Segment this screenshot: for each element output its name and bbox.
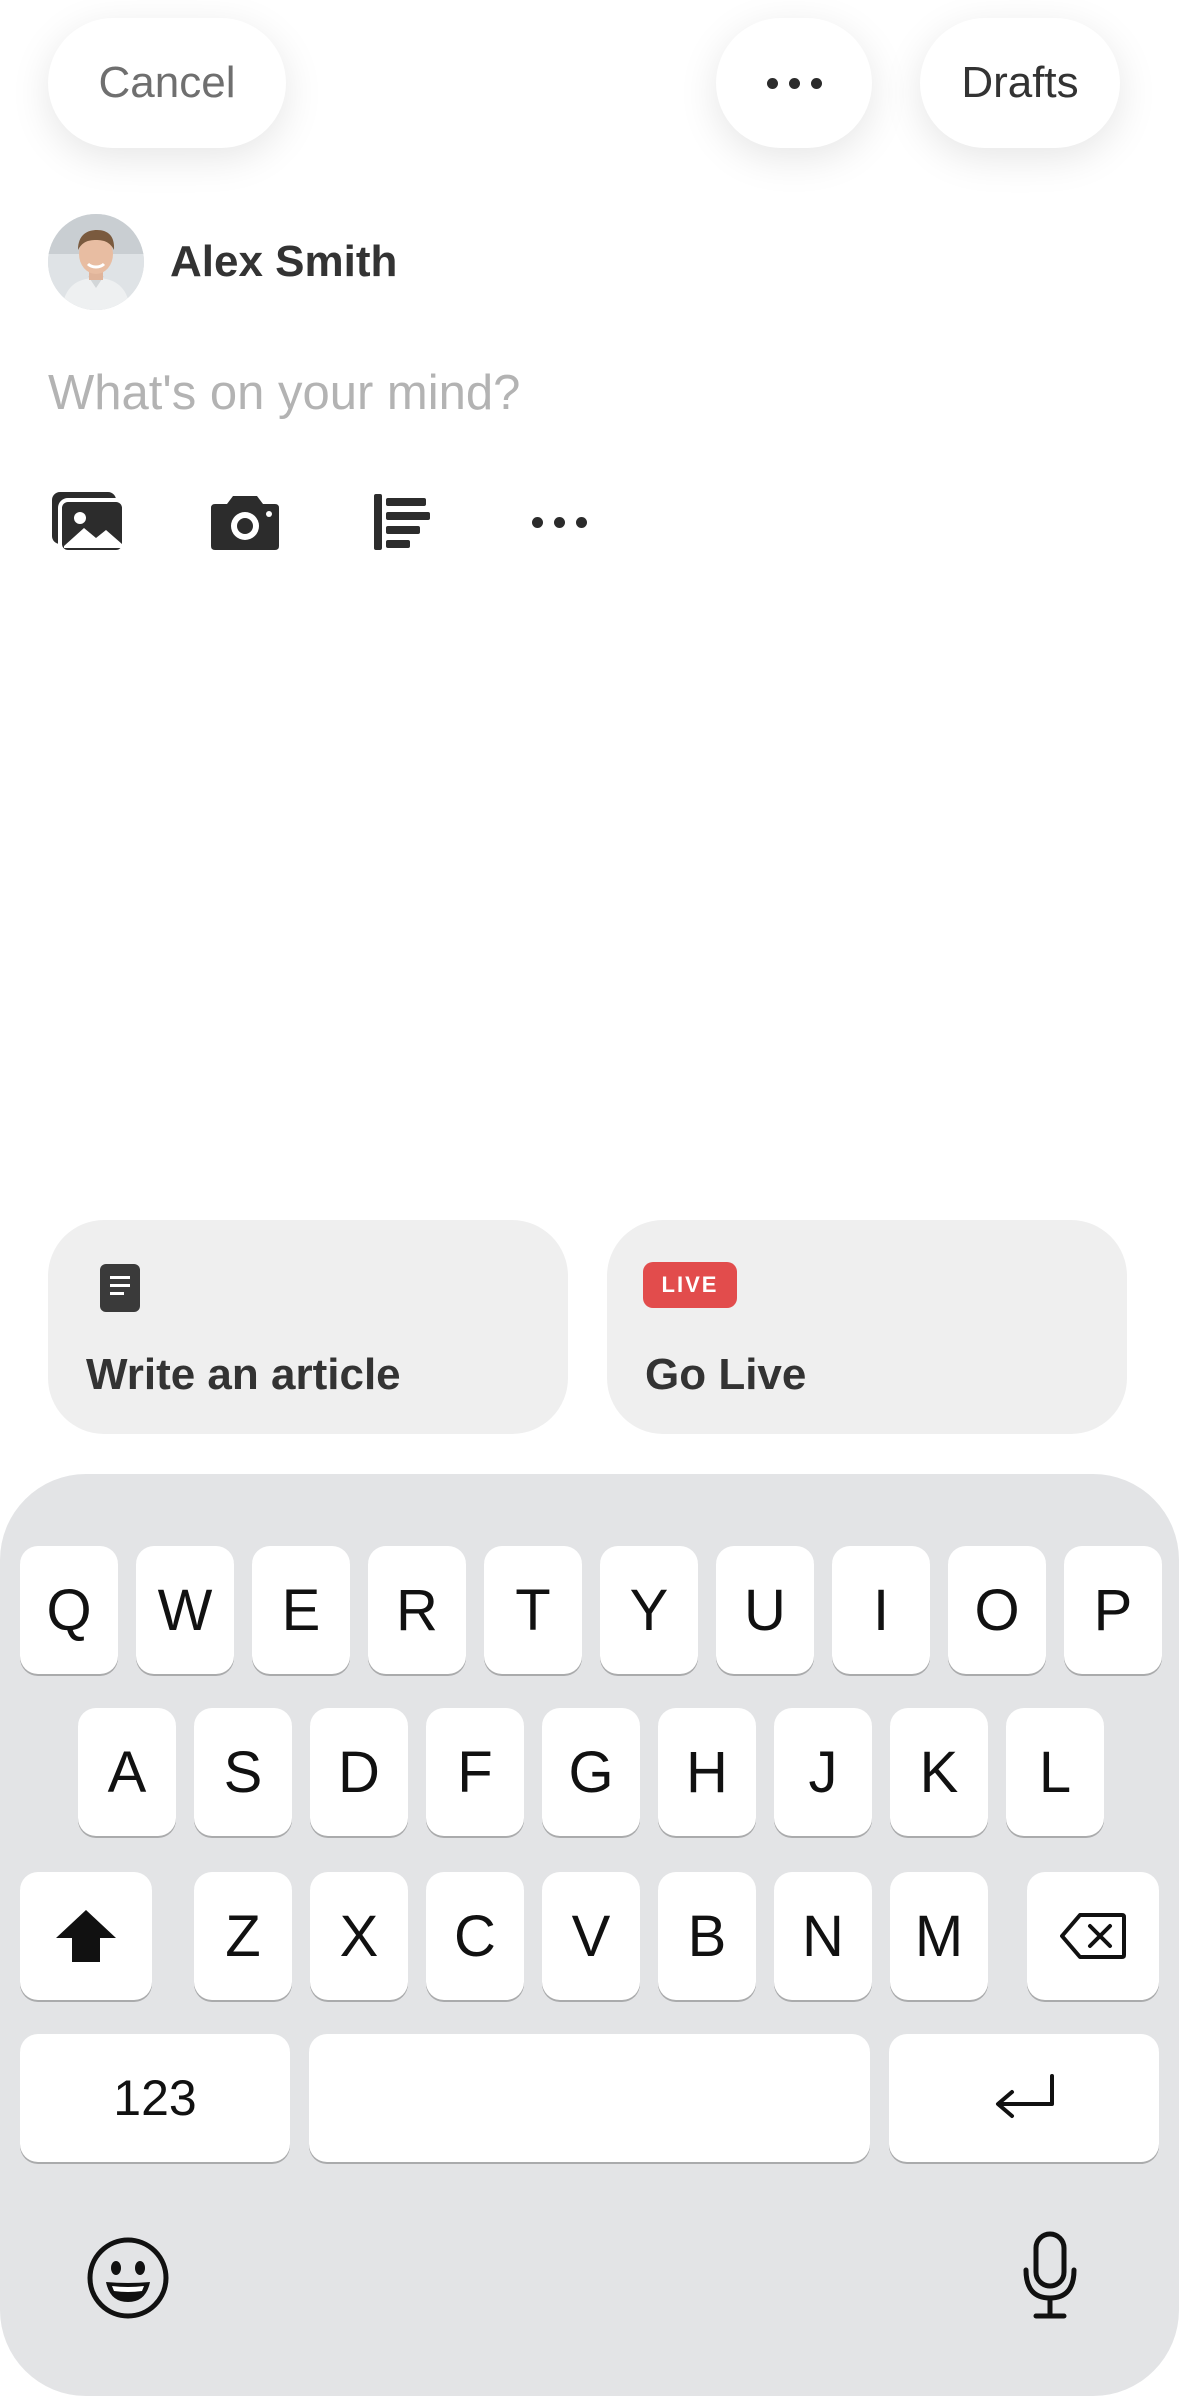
key-j[interactable]: J — [774, 1708, 872, 1836]
microphone-icon — [1023, 2231, 1077, 2319]
key-e[interactable]: E — [252, 1546, 350, 1674]
return-key[interactable] — [889, 2034, 1159, 2162]
key-label: Q — [46, 1577, 92, 1643]
key-t[interactable]: T — [484, 1546, 582, 1674]
key-l[interactable]: L — [1006, 1708, 1104, 1836]
more-horizontal-icon — [531, 516, 587, 528]
key-label: S — [223, 1739, 263, 1805]
key-label: K — [919, 1739, 959, 1805]
key-label: L — [1038, 1739, 1072, 1805]
key-p[interactable]: P — [1064, 1546, 1162, 1674]
key-k[interactable]: K — [890, 1708, 988, 1836]
key-label: J — [808, 1739, 838, 1805]
key-label: E — [281, 1577, 321, 1643]
shift-key[interactable] — [20, 1872, 152, 2000]
key-label: I — [872, 1577, 890, 1643]
key-label: D — [338, 1739, 380, 1805]
dictation-button[interactable] — [1020, 2230, 1080, 2320]
key-label: R — [396, 1577, 438, 1643]
key-label: Y — [629, 1577, 669, 1643]
key-label: N — [802, 1903, 844, 1969]
key-label: O — [974, 1577, 1020, 1643]
key-x[interactable]: X — [310, 1872, 408, 2000]
key-label: B — [687, 1903, 727, 1969]
on-screen-keyboard: QW E R T Y U I O P A S D F G H J K L Z X C V B N M 123 — [0, 1474, 1179, 2396]
key-w[interactable]: W — [136, 1546, 234, 1674]
post-composer-input[interactable] — [48, 358, 1128, 428]
key-label: X — [339, 1903, 379, 1969]
drafts-label: Drafts — [961, 58, 1079, 107]
key-z[interactable]: Z — [194, 1872, 292, 2000]
composer-toolbar — [48, 482, 676, 562]
poll-icon — [374, 494, 430, 550]
key-b[interactable]: B — [658, 1872, 756, 2000]
key-c[interactable]: C — [426, 1872, 524, 2000]
author-name: Alex Smith — [170, 237, 398, 286]
key-a[interactable]: A — [78, 1708, 176, 1836]
key-v[interactable]: V — [542, 1872, 640, 2000]
space-key[interactable] — [309, 2034, 870, 2162]
live-badge: LIVE — [643, 1262, 737, 1308]
key-label: P — [1093, 1577, 1133, 1643]
more-options-button[interactable] — [716, 18, 872, 148]
key-label: M — [914, 1903, 964, 1969]
key-label: F — [457, 1739, 493, 1805]
key-label: T — [515, 1577, 551, 1643]
key-label: V — [571, 1903, 611, 1969]
more-tools-button[interactable] — [519, 482, 599, 562]
key-label: C — [454, 1903, 496, 1969]
key-r[interactable]: R — [368, 1546, 466, 1674]
key-h[interactable]: H — [658, 1708, 756, 1836]
cancel-label: Cancel — [98, 58, 236, 107]
key-d[interactable]: D — [310, 1708, 408, 1836]
photo-gallery-button[interactable] — [48, 482, 128, 562]
key-q[interactable]: Q — [20, 1546, 118, 1674]
emoji-button[interactable] — [86, 2236, 170, 2320]
key-i[interactable]: I — [832, 1546, 930, 1674]
backspace-key[interactable] — [1027, 1872, 1159, 2000]
go-live-card[interactable]: LIVE Go Live — [607, 1220, 1127, 1434]
author-row: Alex Smith — [48, 214, 397, 310]
go-live-label: Go Live — [645, 1350, 807, 1399]
camera-icon — [211, 496, 279, 550]
photo-gallery-icon — [52, 492, 126, 554]
write-article-card[interactable]: Write an article — [48, 1220, 568, 1434]
key-f[interactable]: F — [426, 1708, 524, 1836]
key-label: W — [157, 1577, 213, 1643]
backspace-icon — [1060, 1913, 1126, 1959]
camera-button[interactable] — [205, 482, 285, 562]
key-label: G — [568, 1739, 614, 1805]
key-u[interactable]: U — [716, 1546, 814, 1674]
cancel-button[interactable]: Cancel — [48, 18, 286, 148]
key-o[interactable]: O — [948, 1546, 1046, 1674]
numbers-key[interactable]: 123 — [20, 2034, 290, 2162]
key-s[interactable]: S — [194, 1708, 292, 1836]
return-icon — [996, 2074, 1054, 2118]
avatar — [48, 214, 144, 310]
key-label: H — [686, 1739, 728, 1805]
key-g[interactable]: G — [542, 1708, 640, 1836]
key-m[interactable]: M — [890, 1872, 988, 2000]
write-article-label: Write an article — [86, 1350, 401, 1399]
key-y[interactable]: Y — [600, 1546, 698, 1674]
shift-icon — [56, 1910, 116, 1962]
key-n[interactable]: N — [774, 1872, 872, 2000]
key-label: U — [744, 1577, 786, 1643]
article-icon — [100, 1264, 140, 1312]
numbers-key-label: 123 — [113, 2070, 197, 2126]
more-horizontal-icon — [766, 77, 822, 89]
poll-button[interactable] — [362, 482, 442, 562]
emoji-icon — [87, 2237, 169, 2319]
key-label: Z — [225, 1903, 261, 1969]
drafts-button[interactable]: Drafts — [920, 18, 1120, 148]
key-label: A — [107, 1739, 147, 1805]
